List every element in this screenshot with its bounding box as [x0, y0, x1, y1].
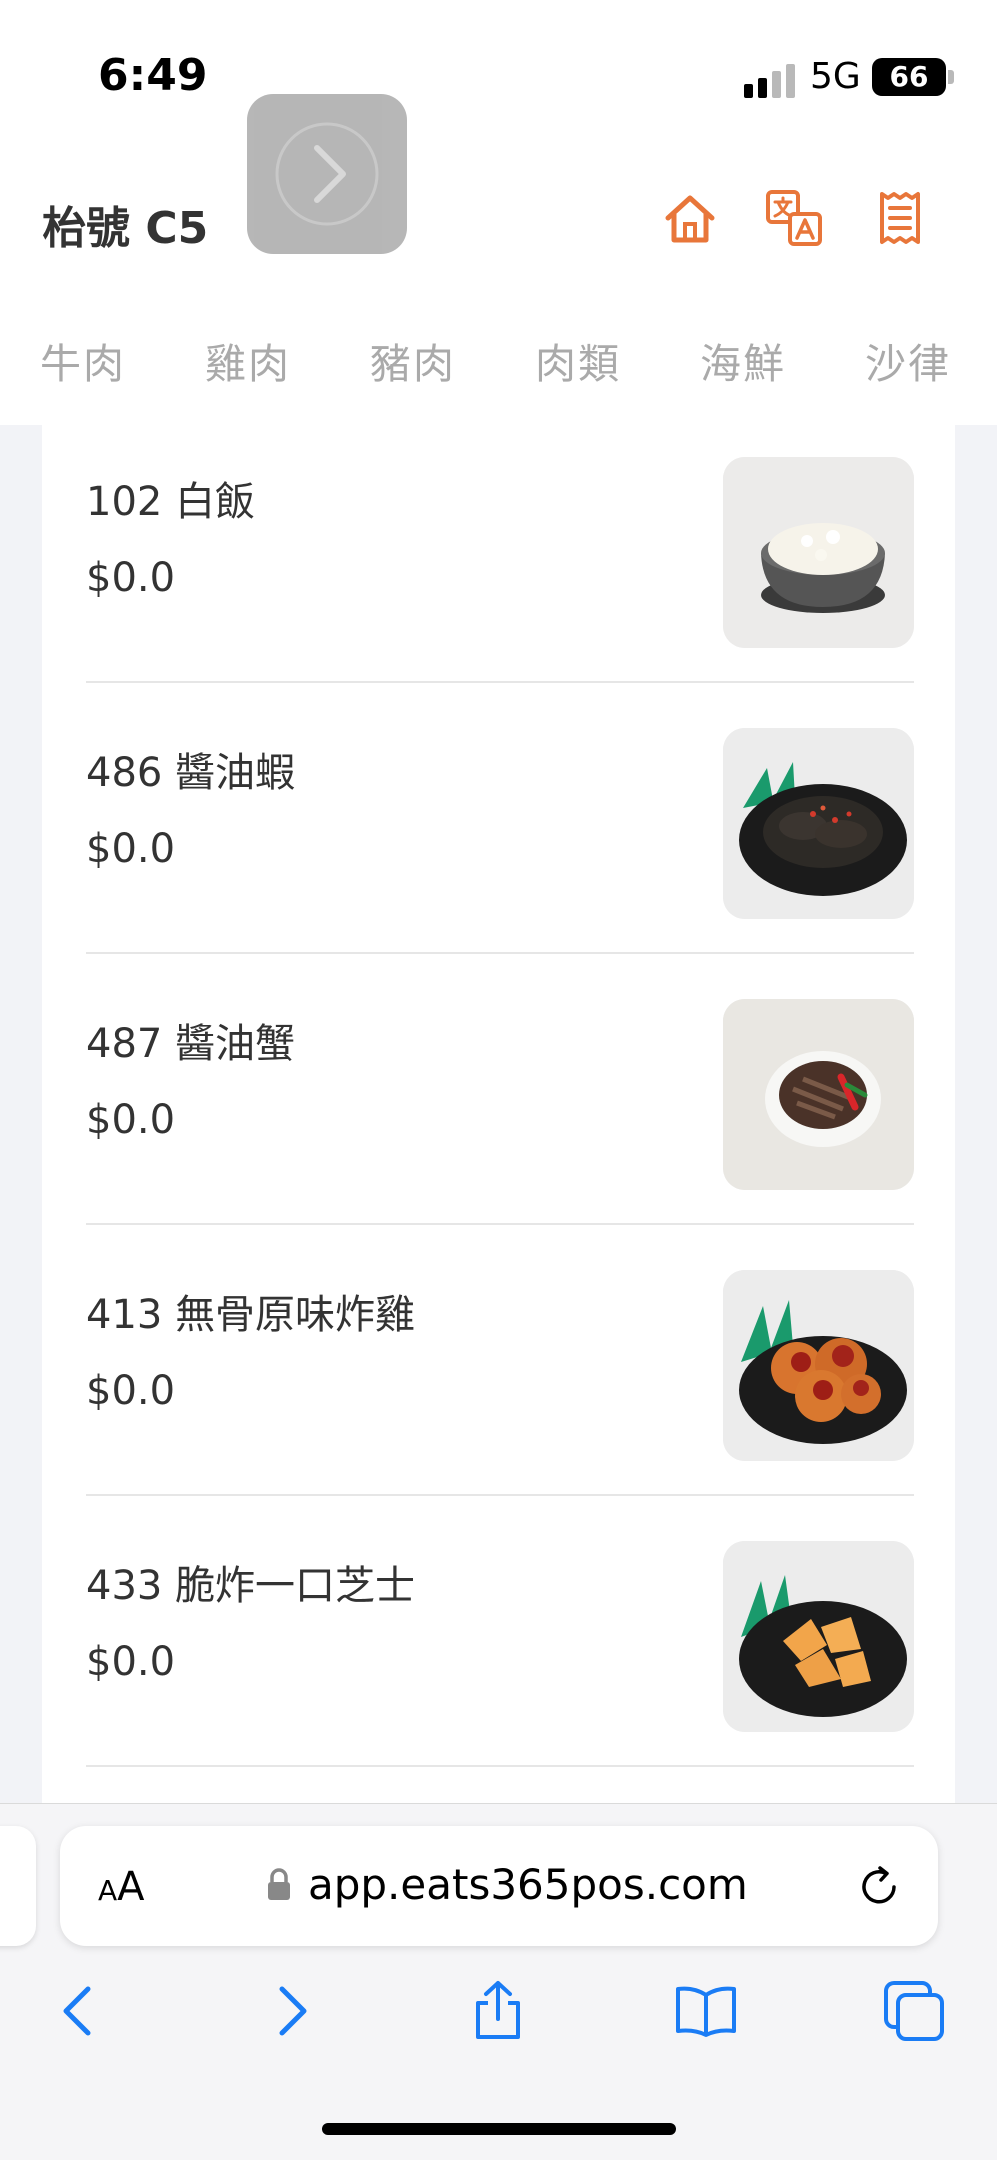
home-indicator[interactable] — [322, 2123, 676, 2135]
status-time: 6:49 — [98, 50, 208, 101]
tabs-icon[interactable] — [882, 1979, 946, 2043]
item-name: 413 無骨原味炸雞 — [86, 1292, 416, 1338]
fried-chicken-image — [723, 1270, 914, 1461]
tab-category-pork[interactable]: 豬肉 — [370, 330, 456, 390]
app-header: 枱號 C5 牛肉 雞肉 豬肉 肉類 海鮮 沙律 — [0, 94, 997, 425]
status-bar: 6:49 5G 66 — [0, 0, 997, 140]
bookmarks-icon[interactable] — [674, 1979, 738, 2043]
item-price: $0.0 — [86, 1368, 176, 1414]
translate-icon[interactable] — [764, 188, 824, 248]
item-name: 487 醬油蟹 — [86, 1021, 296, 1067]
menu-item[interactable]: 433 脆炸一口芝士 $0.0 — [42, 1509, 955, 1780]
divider — [86, 1765, 914, 1767]
menu-item[interactable]: 102 白飯 $0.0 — [42, 425, 955, 696]
menu-item[interactable]: 486 醬油蝦 $0.0 — [42, 696, 955, 967]
network-label: 5G — [810, 56, 861, 97]
floating-overlay-button[interactable] — [247, 94, 407, 254]
lock-icon — [268, 1868, 290, 1900]
chevron-right-icon — [275, 122, 379, 226]
rice-bowl-image — [723, 457, 914, 648]
item-price: $0.0 — [86, 1639, 176, 1685]
home-icon[interactable] — [660, 188, 720, 248]
previous-tab-preview[interactable] — [0, 1826, 36, 1946]
menu-item[interactable]: 413 無骨原味炸雞 $0.0 — [42, 1238, 955, 1509]
browser-toolbar: AA app.eats365pos.com — [0, 1803, 997, 2160]
signal-icon — [744, 62, 796, 98]
battery-icon: 66 — [872, 58, 946, 96]
tab-category-beef[interactable]: 牛肉 — [40, 330, 126, 390]
item-price: $0.0 — [86, 1097, 176, 1143]
menu-item[interactable]: 487 醬油蟹 $0.0 — [42, 967, 955, 1238]
fried-cheese-image — [723, 1541, 914, 1732]
divider — [86, 1223, 914, 1225]
item-price: $0.0 — [86, 555, 176, 601]
soy-shrimp-image — [723, 728, 914, 919]
divider — [86, 952, 914, 954]
share-icon[interactable] — [466, 1979, 530, 2043]
item-name: 486 醬油蝦 — [86, 750, 296, 796]
item-name: 433 脆炸一口芝士 — [86, 1563, 416, 1609]
battery-cap — [948, 70, 954, 84]
tab-category-meat[interactable]: 肉類 — [535, 330, 621, 390]
tab-category-salad[interactable]: 沙律 — [865, 330, 951, 390]
url-text[interactable]: app.eats365pos.com — [308, 1860, 748, 1909]
soy-crab-image — [723, 999, 914, 1190]
menu-list: 102 白飯 $0.0 486 醬油蝦 $0.0 487 醬油蟹 $0.0 41… — [42, 425, 955, 1805]
table-title: 枱號 C5 — [42, 203, 209, 254]
text-size-button[interactable]: AA — [98, 1864, 145, 1910]
forward-icon[interactable] — [258, 1979, 322, 2043]
back-icon[interactable] — [48, 1979, 112, 2043]
category-tabs: 牛肉 雞肉 豬肉 肉類 海鮮 沙律 — [0, 330, 997, 400]
divider — [86, 681, 914, 683]
reload-icon[interactable] — [856, 1864, 902, 1910]
item-name: 102 白飯 — [86, 479, 256, 525]
receipt-icon[interactable] — [870, 188, 930, 248]
divider — [86, 1494, 914, 1496]
tab-category-seafood[interactable]: 海鮮 — [700, 330, 786, 390]
address-bar[interactable]: AA app.eats365pos.com — [60, 1826, 938, 1946]
tab-category-chicken[interactable]: 雞肉 — [205, 330, 291, 390]
battery-level: 66 — [889, 60, 929, 93]
item-price: $0.0 — [86, 826, 176, 872]
